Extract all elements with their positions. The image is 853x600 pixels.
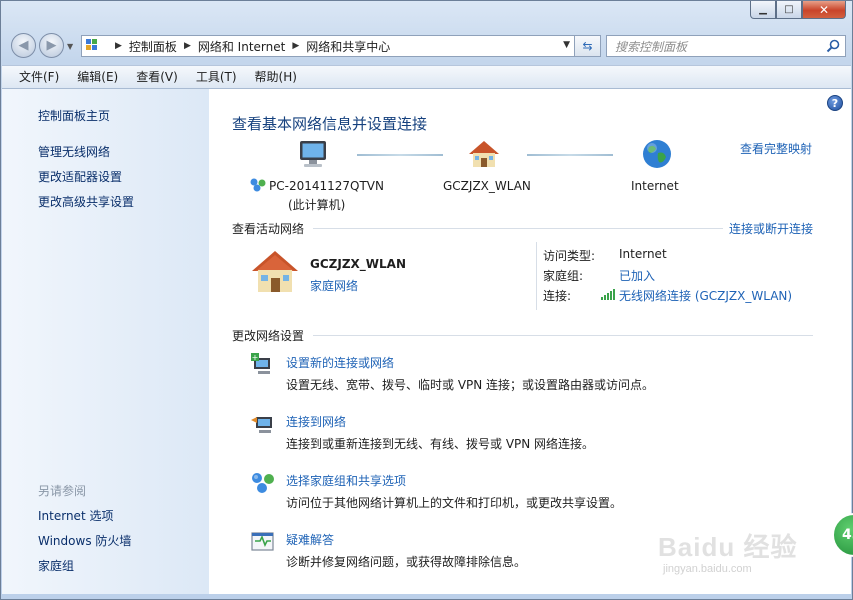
connection-label: 连接: [543, 289, 572, 303]
search-icon[interactable] [826, 39, 840, 53]
forward-button[interactable]: ▶ [39, 33, 64, 58]
map-link-line [527, 154, 613, 156]
active-network-name: GCZJZX_WLAN [310, 257, 406, 271]
homegroup-label: 家庭组: [543, 269, 584, 283]
menu-help[interactable]: 帮助(H) [246, 66, 306, 88]
task-troubleshoot-desc: 诊断并修复网络问题，或获得故障排除信息。 [286, 555, 527, 569]
watermark-url: jingyan.baidu.com [663, 563, 752, 575]
access-type-label: 访问类型: [543, 249, 596, 263]
caption-buttons: ▁ □ ✕ [750, 1, 846, 19]
troubleshoot-icon [251, 532, 274, 551]
refresh-button[interactable]: ⇆ [575, 35, 601, 57]
breadcrumb-separator-icon[interactable]: ▶ [184, 41, 191, 51]
sidebar-item-windows-firewall[interactable]: Windows 防火墙 [38, 532, 131, 549]
task-connect-network-link[interactable]: 连接到网络 [286, 413, 346, 430]
homegroup-icon [252, 473, 274, 493]
computer-sub-label: (此计算机) [288, 198, 346, 212]
network-type-link[interactable]: 家庭网络 [310, 277, 358, 294]
main-content: ? 查看基本网络信息并设置连接 查看完整映射 PC-20141127QTVN (… [209, 89, 851, 594]
task-connect-network-desc: 连接到或重新连接到无线、有线、拨号或 VPN 网络连接。 [286, 437, 595, 451]
minimize-button[interactable]: ▁ [750, 1, 776, 19]
left-panel: 控制面板主页 管理无线网络 更改适配器设置 更改高级共享设置 另请参阅 Inte… [2, 89, 209, 594]
address-bar[interactable]: ▶ 控制面板 ▶ 网络和 Internet ▶ 网络和共享中心 ▼ [81, 35, 575, 57]
home-network-icon [469, 141, 499, 167]
homegroup-joined-link[interactable]: 已加入 [619, 267, 655, 284]
change-settings-title: 更改网络设置 [232, 329, 305, 343]
back-arrow-icon: ◀ [18, 38, 29, 53]
computer-icon [300, 141, 326, 167]
computer-name: PC-20141127QTVN [269, 179, 384, 193]
recent-pages-chevron-icon[interactable]: ▼ [67, 42, 73, 51]
menu-view[interactable]: 查看(V) [127, 66, 187, 88]
sidebar-item-advanced-sharing[interactable]: 更改高级共享设置 [38, 193, 134, 210]
task-troubleshoot-link[interactable]: 疑难解答 [286, 531, 334, 548]
task-homegroup-desc: 访问位于其他网络计算机上的文件和打印机，或更改共享设置。 [286, 496, 623, 510]
wireless-connection-link[interactable]: 无线网络连接 (GCZJZX_WLAN) [619, 287, 792, 304]
control-panel-icon [86, 39, 102, 53]
see-also-title: 另请参阅 [38, 484, 87, 498]
back-button[interactable]: ◀ [11, 33, 36, 58]
window: ▁ □ ✕ ◀ ▶ ▼ ▶ 控制面板 ▶ 网络和 Internet ▶ 网络和共… [0, 0, 853, 600]
connect-network-icon [251, 417, 272, 433]
internet-globe-icon [643, 140, 671, 168]
connect-disconnect-link[interactable]: 连接或断开连接 [729, 220, 813, 237]
network-computer-small-icon [250, 178, 266, 192]
sidebar-item-manage-wireless[interactable]: 管理无线网络 [38, 143, 110, 160]
wifi-signal-icon [601, 289, 615, 300]
watermark-brand: Baidu 经验 [658, 532, 798, 562]
sidebar-item-internet-options[interactable]: Internet 选项 [38, 507, 113, 524]
new-connection-icon: + [251, 353, 270, 374]
menu-file[interactable]: 文件(F) [10, 66, 68, 88]
sidebar-item-homegroup[interactable]: 家庭组 [38, 557, 74, 574]
breadcrumb-control-panel[interactable]: 控制面板 [129, 38, 177, 55]
menu-edit[interactable]: 编辑(E) [68, 66, 127, 88]
breadcrumb-separator-icon[interactable]: ▶ [292, 41, 299, 51]
refresh-icon: ⇆ [582, 39, 593, 53]
page-title: 查看基本网络信息并设置连接 [232, 115, 428, 133]
breadcrumb-separator-icon: ▶ [115, 41, 122, 51]
address-dropdown-icon[interactable]: ▼ [563, 40, 570, 50]
task-setup-connection-link[interactable]: 设置新的连接或网络 [286, 354, 394, 371]
home-network-large-icon [252, 251, 298, 292]
vertical-divider [536, 242, 537, 310]
active-networks-title: 查看活动网络 [232, 222, 305, 236]
help-icon[interactable]: ? [827, 95, 843, 111]
sidebar-item-adapter-settings[interactable]: 更改适配器设置 [38, 168, 122, 185]
task-setup-connection-desc: 设置无线、宽带、拨号、临时或 VPN 连接；或设置路由器或访问点。 [286, 378, 655, 392]
internet-label: Internet [631, 179, 679, 193]
search-input[interactable]: 搜索控制面板 [606, 35, 846, 57]
navigation-bar: ◀ ▶ ▼ ▶ 控制面板 ▶ 网络和 Internet ▶ 网络和共享中心 ▼ … [9, 33, 847, 59]
menu-bar: 文件(F) 编辑(E) 查看(V) 工具(T) 帮助(H) [2, 65, 851, 89]
sidebar-item-control-panel-home[interactable]: 控制面板主页 [38, 107, 110, 124]
task-homegroup-link[interactable]: 选择家庭组和共享选项 [286, 472, 406, 489]
svg-text:+: + [252, 353, 259, 362]
section-divider [313, 335, 813, 336]
maximize-button[interactable]: □ [776, 1, 802, 19]
breadcrumb-network-internet[interactable]: 网络和 Internet [198, 38, 285, 55]
menu-tools[interactable]: 工具(T) [187, 66, 246, 88]
map-link-line [357, 154, 443, 156]
section-divider [313, 228, 723, 229]
search-placeholder: 搜索控制面板 [615, 39, 688, 54]
full-map-link[interactable]: 查看完整映射 [740, 140, 812, 157]
breadcrumb: ▶ 控制面板 ▶ 网络和 Internet ▶ 网络和共享中心 [108, 38, 390, 55]
access-type-value: Internet [619, 247, 667, 261]
close-button[interactable]: ✕ [802, 1, 846, 19]
network-name-map: GCZJZX_WLAN [443, 179, 531, 193]
breadcrumb-network-sharing-center[interactable]: 网络和共享中心 [306, 38, 390, 55]
forward-arrow-icon: ▶ [46, 38, 57, 53]
